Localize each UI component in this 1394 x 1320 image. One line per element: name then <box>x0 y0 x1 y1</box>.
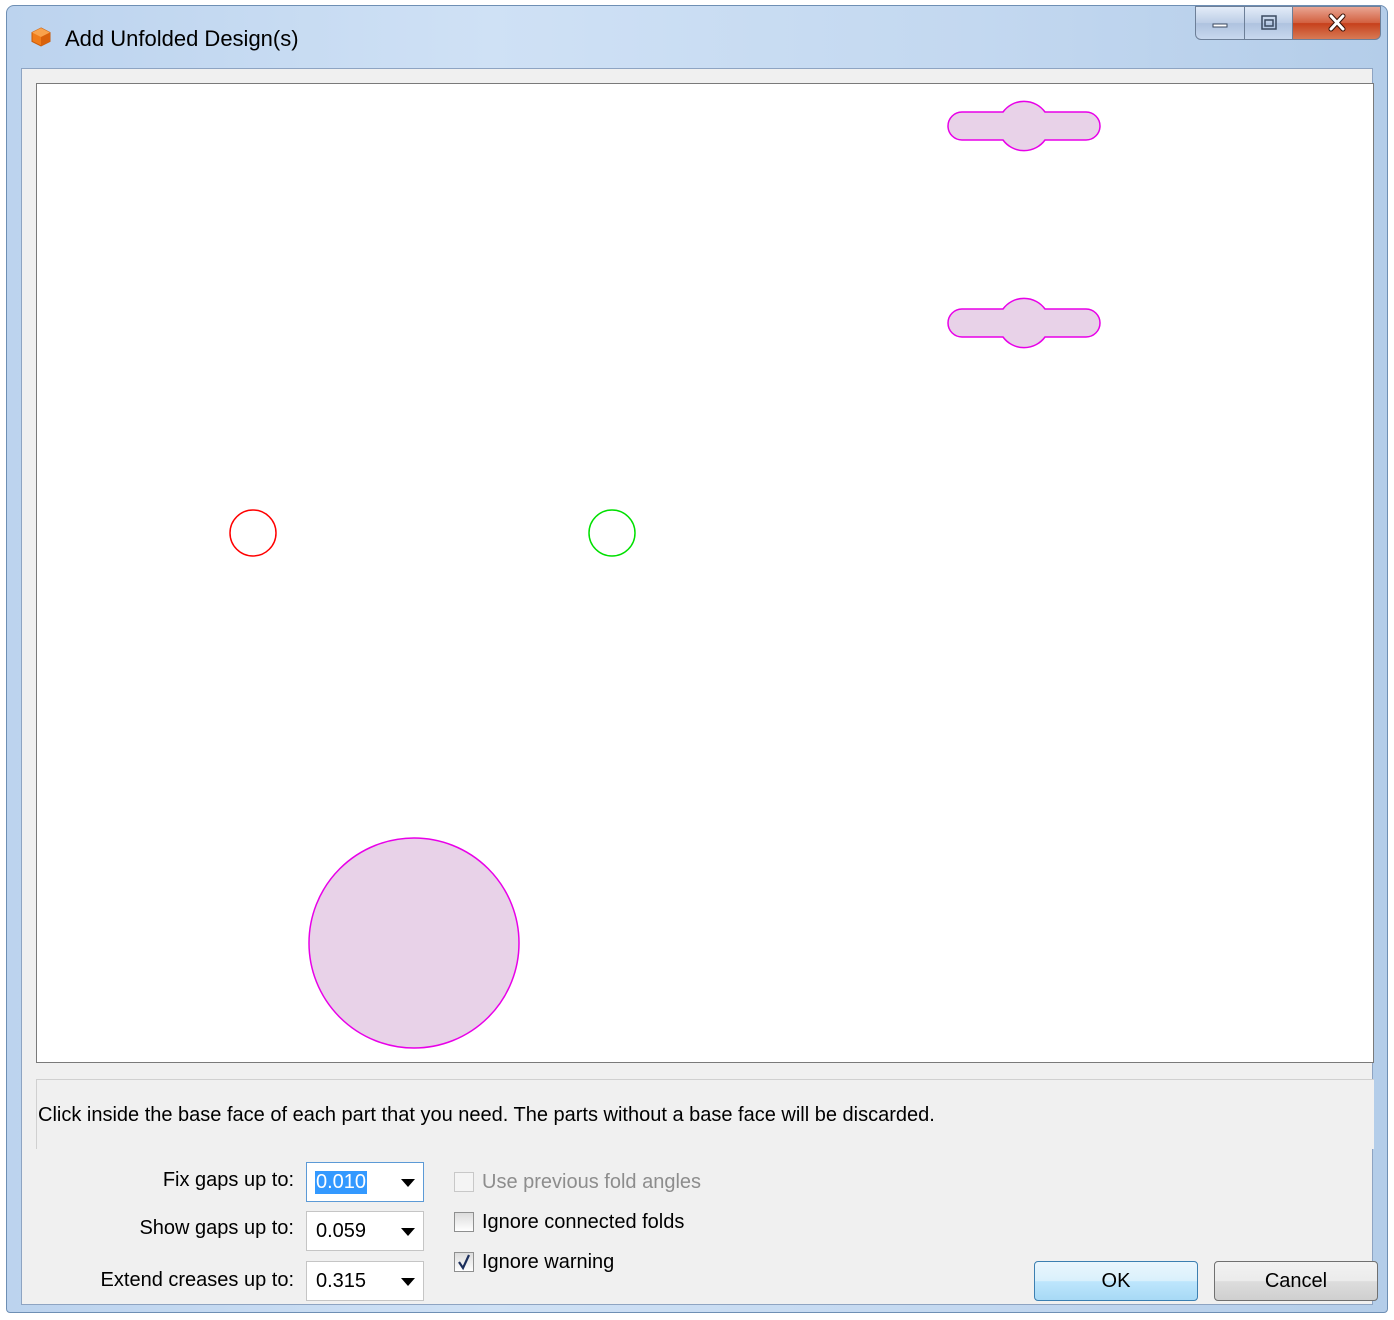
show-gaps-combo[interactable]: 0.059 <box>306 1211 424 1251</box>
chevron-down-icon[interactable] <box>401 1278 415 1286</box>
maximize-button[interactable] <box>1245 6 1293 40</box>
tab-shape-top[interactable] <box>947 100 1101 152</box>
chevron-down-icon[interactable] <box>401 1179 415 1187</box>
ignore-connected-folds-checkbox[interactable] <box>454 1212 474 1232</box>
fix-gaps-label: Fix gaps up to: <box>162 1169 294 1191</box>
extend-creases-label: Extend creases up to: <box>100 1269 294 1291</box>
chevron-down-icon[interactable] <box>401 1228 415 1236</box>
tab-shape-middle[interactable] <box>947 297 1101 349</box>
maximize-icon <box>1260 15 1277 30</box>
dialog-window: Add Unfolded Design(s) Click inside the … <box>6 5 1388 1313</box>
fix-gaps-value: 0.010 <box>315 1171 368 1194</box>
caption-buttons <box>1195 6 1381 42</box>
orange-cube-icon <box>31 27 51 47</box>
circle-green[interactable] <box>588 509 636 557</box>
close-icon <box>1328 13 1345 32</box>
use-previous-fold-angles-checkbox <box>454 1172 474 1192</box>
ignore-connected-folds-label[interactable]: Ignore connected folds <box>482 1211 684 1234</box>
use-previous-fold-angles-option: Use previous fold angles <box>454 1169 701 1195</box>
title-bar[interactable]: Add Unfolded Design(s) <box>7 6 1387 68</box>
ignore-warning-checkbox[interactable] <box>454 1252 474 1272</box>
use-previous-fold-angles-label: Use previous fold angles <box>482 1170 702 1193</box>
ignore-warning-option[interactable]: Ignore warning <box>454 1249 614 1275</box>
design-shapes <box>229 100 1101 1049</box>
close-button[interactable] <box>1293 6 1381 40</box>
instruction-message: Click inside the base face of each part … <box>38 1104 935 1126</box>
instruction-panel: Click inside the base face of each part … <box>36 1079 1374 1149</box>
dialog-client-area: Click inside the base face of each part … <box>21 68 1378 1305</box>
show-gaps-value: 0.059 <box>316 1220 367 1242</box>
ignore-warning-label[interactable]: Ignore warning <box>482 1251 614 1274</box>
show-gaps-label: Show gaps up to: <box>139 1217 294 1239</box>
minimize-button[interactable] <box>1195 6 1245 40</box>
fix-gaps-combo[interactable]: 0.010 <box>306 1162 424 1202</box>
cancel-button[interactable]: Cancel <box>1214 1261 1378 1301</box>
window-title: Add Unfolded Design(s) <box>65 26 299 51</box>
extend-creases-combo[interactable]: 0.315 <box>306 1261 424 1301</box>
ok-button[interactable]: OK <box>1034 1261 1198 1301</box>
circle-red[interactable] <box>229 509 277 557</box>
minimize-icon <box>1212 23 1228 28</box>
circle-large[interactable] <box>308 837 520 1049</box>
extend-creases-value: 0.315 <box>316 1270 367 1292</box>
ignore-connected-folds-option[interactable]: Ignore connected folds <box>454 1209 684 1235</box>
checkmark-icon <box>458 1254 470 1271</box>
design-preview-canvas[interactable] <box>36 83 1374 1063</box>
